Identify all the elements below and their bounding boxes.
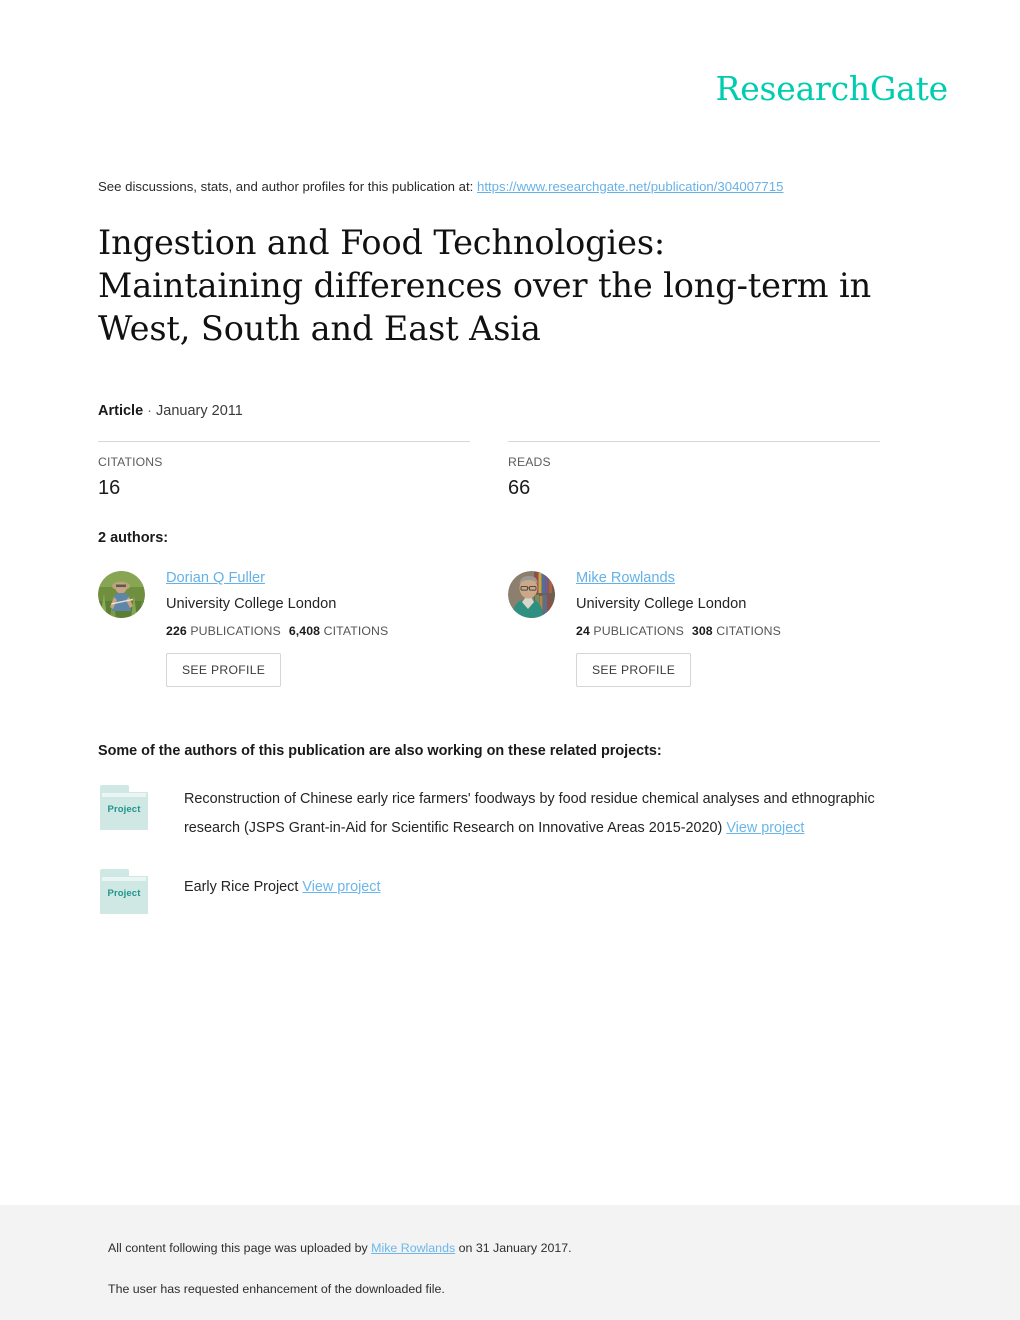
publication-type: Article <box>98 403 144 420</box>
project-text-0: Reconstruction of Chinese early rice far… <box>184 785 884 841</box>
avatar-image-rowlands <box>508 571 555 619</box>
project-text-1: Early Rice Project View project <box>184 869 380 897</box>
footer-upload-prefix: All content following this page was uplo… <box>108 1241 372 1255</box>
author-affiliation-0: University College London <box>166 595 337 612</box>
author-citations-label-1: CITATIONS <box>716 624 781 639</box>
author-publications-label-0: PUBLICATIONS <box>190 624 281 639</box>
footer-upload-line: All content following this page was uplo… <box>108 1239 908 1258</box>
footer-user-link[interactable]: Mike Rowlands <box>371 1241 455 1255</box>
stat-citations: CITATIONS 16 <box>98 441 470 500</box>
reads-value: 66 <box>508 477 531 500</box>
project-folder-label: Project <box>107 887 141 899</box>
project-folder-icon: Project <box>98 868 150 915</box>
discussion-prefix: See discussions, stats, and author profi… <box>98 179 477 194</box>
author-citations-label-0: CITATIONS <box>323 624 389 639</box>
discussion-line: See discussions, stats, and author profi… <box>98 178 884 196</box>
project-folder-icon: Project <box>98 785 150 831</box>
footer-content: All content following this page was uplo… <box>108 1239 908 1298</box>
author-info-1: Mike Rowlands University College London … <box>576 568 781 688</box>
divider <box>508 441 880 443</box>
publication-url-link[interactable]: https://www.researchgate.net/publication… <box>477 179 783 194</box>
view-project-link-0[interactable]: View project <box>726 820 804 836</box>
stats-row: CITATIONS 16 READS 66 <box>98 441 884 500</box>
author-card-1: Mike Rowlands University College London … <box>508 568 880 688</box>
divider <box>98 441 470 443</box>
author-citations-count-0: 6,408 <box>288 624 321 639</box>
author-stats-1: 24 PUBLICATIONS 308 CITATIONS <box>576 624 781 638</box>
author-stats-0: 226 PUBLICATIONS 6,408 CITATIONS <box>166 624 388 638</box>
see-profile-button-1[interactable]: SEE PROFILE <box>576 653 692 688</box>
publication-date: January 2011 <box>156 403 243 420</box>
author-info-0: Dorian Q Fuller University College Londo… <box>166 568 388 688</box>
author-name-link-0[interactable]: Dorian Q Fuller <box>166 570 265 586</box>
author-card-0: Dorian Q Fuller University College Londo… <box>98 568 470 688</box>
avatar-image-fuller <box>98 571 145 619</box>
reads-label: READS <box>508 455 551 470</box>
page-content: See discussions, stats, and author profi… <box>98 0 884 915</box>
project-item-0: Project Reconstruction of Chinese early … <box>98 785 884 841</box>
author-publications-count-0: 226 <box>166 624 187 639</box>
see-profile-button-0[interactable]: SEE PROFILE <box>166 653 282 688</box>
authors-row: Dorian Q Fuller University College Londo… <box>98 568 884 688</box>
researchgate-publication-page: ResearchGate See discussions, stats, and… <box>0 0 1020 1320</box>
authors-heading: 2 authors: <box>98 530 169 547</box>
page-footer: All content following this page was uplo… <box>0 1205 1020 1320</box>
stat-reads: READS 66 <box>508 441 880 500</box>
citations-label: CITATIONS <box>98 455 163 470</box>
author-publications-label-1: PUBLICATIONS <box>593 624 684 639</box>
project-folder-label: Project <box>107 804 141 816</box>
author-citations-count-1: 308 <box>691 624 713 639</box>
projects-heading: Some of the authors of this publication … <box>98 743 662 760</box>
footer-upload-suffix: on 31 January 2017. <box>455 1241 572 1255</box>
view-project-link-1[interactable]: View project <box>302 879 380 895</box>
project-item-1: Project Early Rice Project View project <box>98 868 884 915</box>
meta-separator: · <box>143 403 157 420</box>
author-avatar-rowlands[interactable] <box>508 571 555 619</box>
author-name-link-1[interactable]: Mike Rowlands <box>576 570 675 586</box>
page-title: Ingestion and Food Technologies: Maintai… <box>98 223 872 349</box>
citations-value: 16 <box>98 477 121 500</box>
author-publications-count-1: 24 <box>576 624 590 639</box>
article-meta: Article · January 2011 <box>98 403 884 419</box>
author-affiliation-1: University College London <box>576 595 747 612</box>
project-title-1: Early Rice Project <box>184 878 303 895</box>
author-avatar-fuller[interactable] <box>98 571 145 619</box>
footer-enhancement-note: The user has requested enhancement of th… <box>108 1281 445 1296</box>
